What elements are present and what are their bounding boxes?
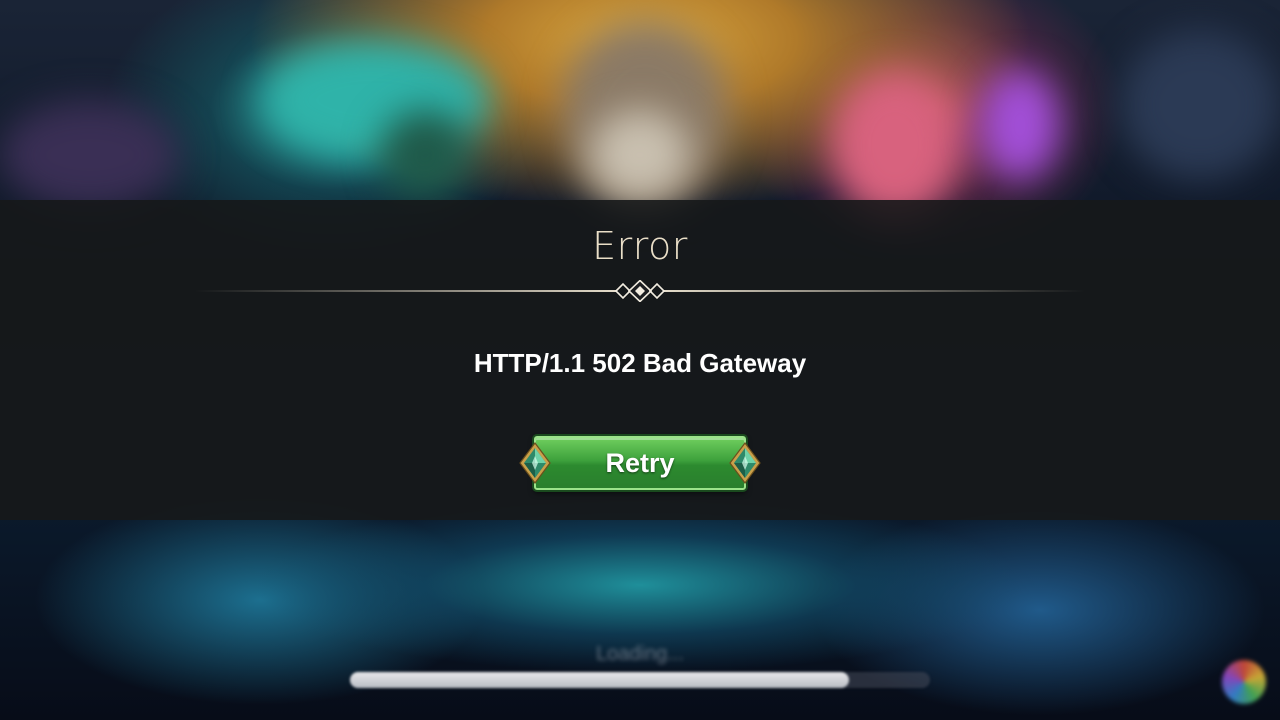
retry-button[interactable]: Retry — [534, 436, 746, 490]
triple-diamond-icon — [614, 280, 666, 302]
loading-progress-bar — [350, 672, 930, 688]
retry-button-label: Retry — [605, 447, 675, 478]
title-divider — [195, 280, 1085, 302]
emerald-gem-icon — [519, 442, 551, 484]
color-wheel-icon[interactable] — [1222, 660, 1266, 704]
loading-progress-fill — [350, 672, 849, 688]
error-dialog: Error HTTP/1.1 502 Bad Gateway Retry — [0, 200, 1280, 520]
dialog-title: Error — [592, 224, 688, 268]
error-message: HTTP/1.1 502 Bad Gateway — [473, 348, 807, 378]
emerald-gem-icon — [729, 442, 761, 484]
loading-text: Loading... — [596, 643, 684, 665]
